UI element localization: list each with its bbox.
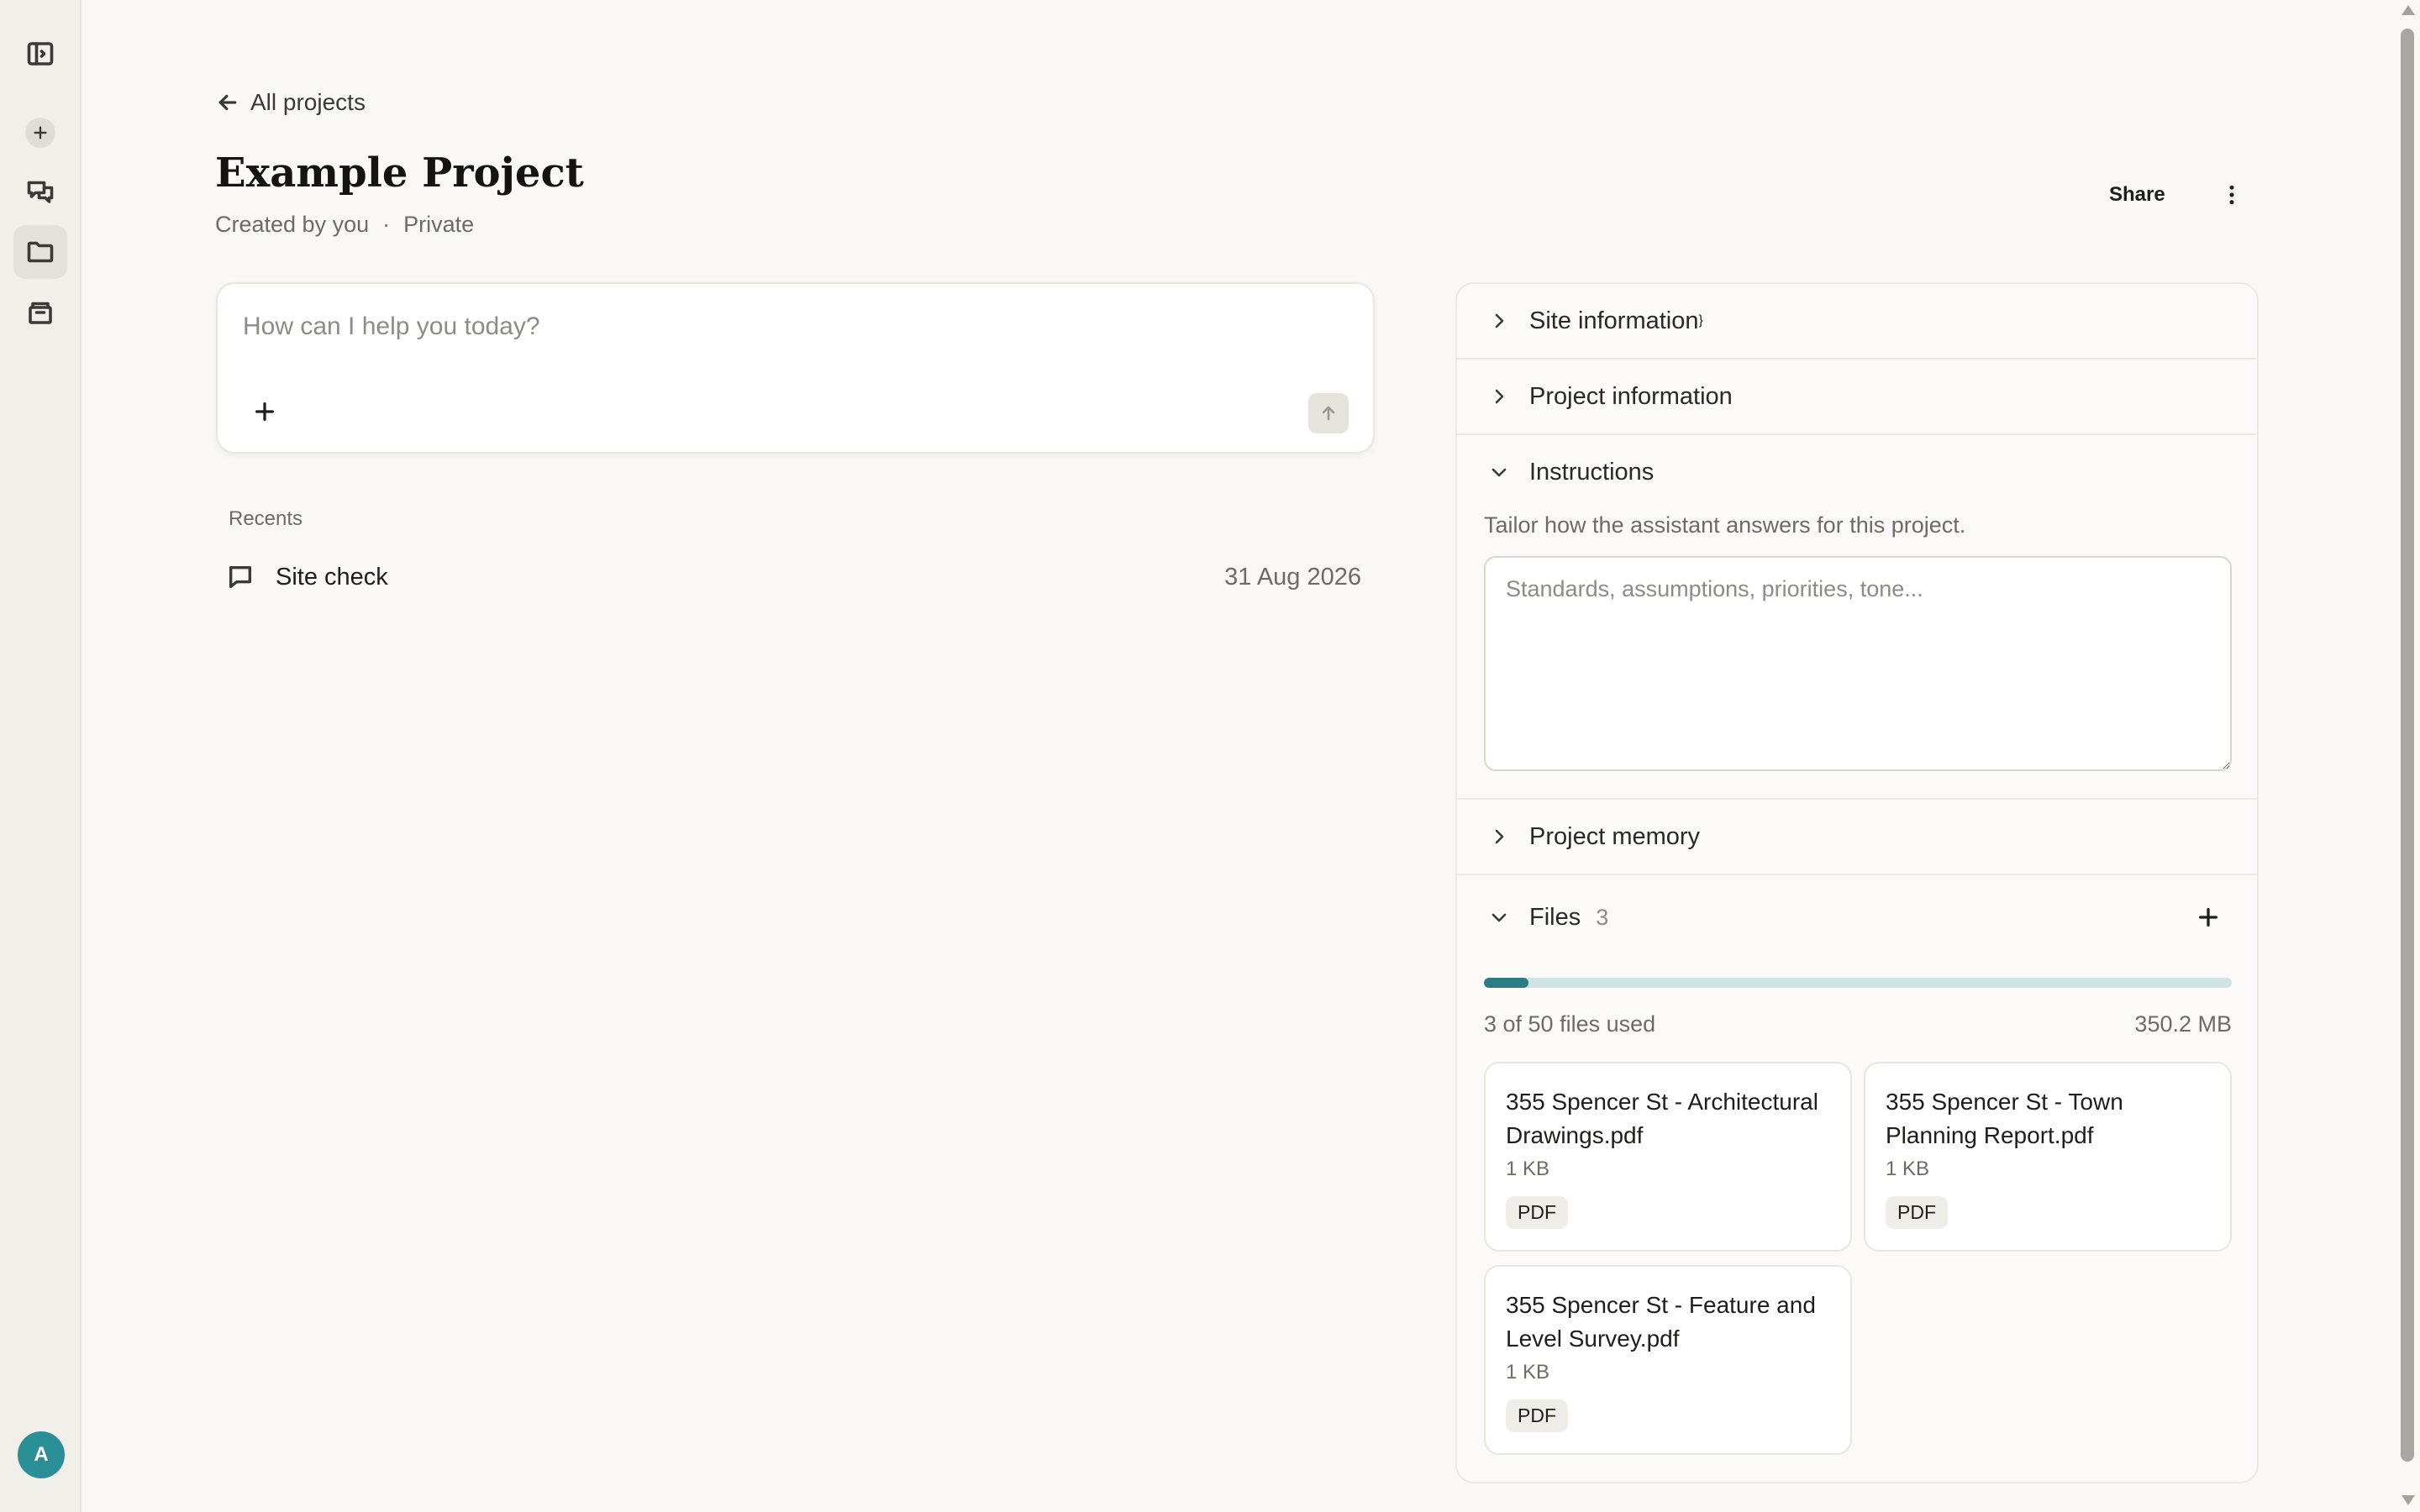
project-memory-title: Project memory [1529,822,1701,850]
site-information-toggle[interactable]: Site information } [1457,284,2257,358]
left-sidebar: A [0,0,82,1512]
files-usage-bar [1484,978,2232,988]
instructions-textarea[interactable] [1484,556,2232,771]
instructions-title: Instructions [1529,458,1655,486]
recent-chat-title: Site check [276,563,388,591]
chat-bubble-icon [215,563,266,591]
sidebar-toggle-button[interactable] [13,27,67,81]
recent-chat-item[interactable]: Site check 31 Aug 2026 [215,554,1375,600]
plus-icon [34,126,47,139]
project-memory-toggle[interactable]: Project memory [1457,800,2257,874]
back-to-all-projects-link[interactable]: All projects [215,89,366,116]
plus-icon [255,402,274,421]
new-chat-button[interactable] [25,118,55,148]
arrow-left-icon [218,94,237,111]
file-name: 355 Spencer St - Town Planning Report.pd… [1886,1089,2123,1148]
plus-icon [2199,908,2217,927]
page-scrollbar[interactable] [2395,0,2420,1512]
site-information-title: Site information [1529,307,1699,334]
projects-button[interactable] [13,225,67,279]
archive-box-icon [29,302,52,324]
scrollbar-thumb[interactable] [2401,29,2414,1462]
share-button-label: Share [2109,183,2165,206]
scroll-up-arrow-icon[interactable] [2402,5,2415,15]
send-button[interactable] [1308,393,1349,433]
files-count: 3 [1596,904,1609,930]
user-avatar[interactable]: A [18,1431,65,1478]
files-usage-text: 3 of 50 files used [1484,1011,1656,1037]
project-information-title: Project information [1529,382,1733,410]
arrow-up-icon [1322,406,1335,421]
share-button[interactable]: Share [2101,178,2174,212]
file-type-badge: PDF [1506,1196,1568,1229]
file-type-badge: PDF [1886,1196,1948,1229]
file-type-badge: PDF [1506,1399,1568,1432]
recents-heading: Recents [229,507,303,530]
scroll-down-arrow-icon[interactable] [2402,1495,2415,1505]
instructions-description: Tailor how the assistant answers for thi… [1484,512,1966,538]
visibility-text: Private [403,212,475,237]
recent-chat-date: 31 Aug 2026 [1224,563,1361,591]
created-by-text: Created by you [215,212,370,237]
file-size: 1 KB [1886,1158,1930,1180]
project-information-toggle[interactable]: Project information [1457,360,2257,433]
chevron-right-icon [1486,827,1512,847]
file-card[interactable]: 355 Spencer St - Architectural Drawings.… [1484,1062,1852,1252]
chevron-right-icon [1486,386,1512,407]
file-card[interactable]: 355 Spencer St - Town Planning Report.pd… [1864,1062,2232,1252]
chats-icon [27,181,54,203]
files-title: Files [1529,903,1581,931]
app-root: A All projects Example Project Created b… [0,0,2420,1512]
chat-composer [216,282,1375,454]
folder-icon [27,241,54,263]
files-usage-fill [1484,978,1529,988]
chevron-down-icon [1486,462,1512,482]
project-meta: Created by you · Private [215,212,474,238]
sidebar-toggle-icon [27,42,54,66]
file-name: 355 Spencer St - Architectural Drawings.… [1506,1089,1818,1148]
vertical-ellipsis-icon [2229,185,2234,205]
file-name: 355 Spencer St - Feature and Level Surve… [1506,1292,1816,1352]
add-attachment-button[interactable] [246,393,283,430]
artifacts-button[interactable] [13,286,67,339]
page-title: Example Project [215,150,584,197]
file-size: 1 KB [1506,1158,1550,1180]
chat-input[interactable] [243,312,1285,341]
add-file-button[interactable] [2188,897,2228,937]
instructions-toggle[interactable]: Instructions [1457,435,2257,509]
files-toggle[interactable]: Files 3 [1457,880,2146,954]
avatar-initial: A [34,1443,49,1466]
files-total-size: 350.2 MB [2134,1011,2232,1037]
back-link-label: All projects [250,89,366,115]
meta-separator: · [382,212,391,237]
chevron-down-icon [1486,907,1512,927]
chats-button[interactable] [13,165,67,218]
chevron-right-icon [1486,311,1512,331]
more-options-button[interactable] [2215,178,2249,212]
file-card[interactable]: 355 Spencer St - Feature and Level Surve… [1484,1265,1852,1455]
project-details-panel: Site information } Project information I… [1455,282,2259,1483]
file-size: 1 KB [1506,1361,1550,1383]
divider [1457,874,2257,875]
